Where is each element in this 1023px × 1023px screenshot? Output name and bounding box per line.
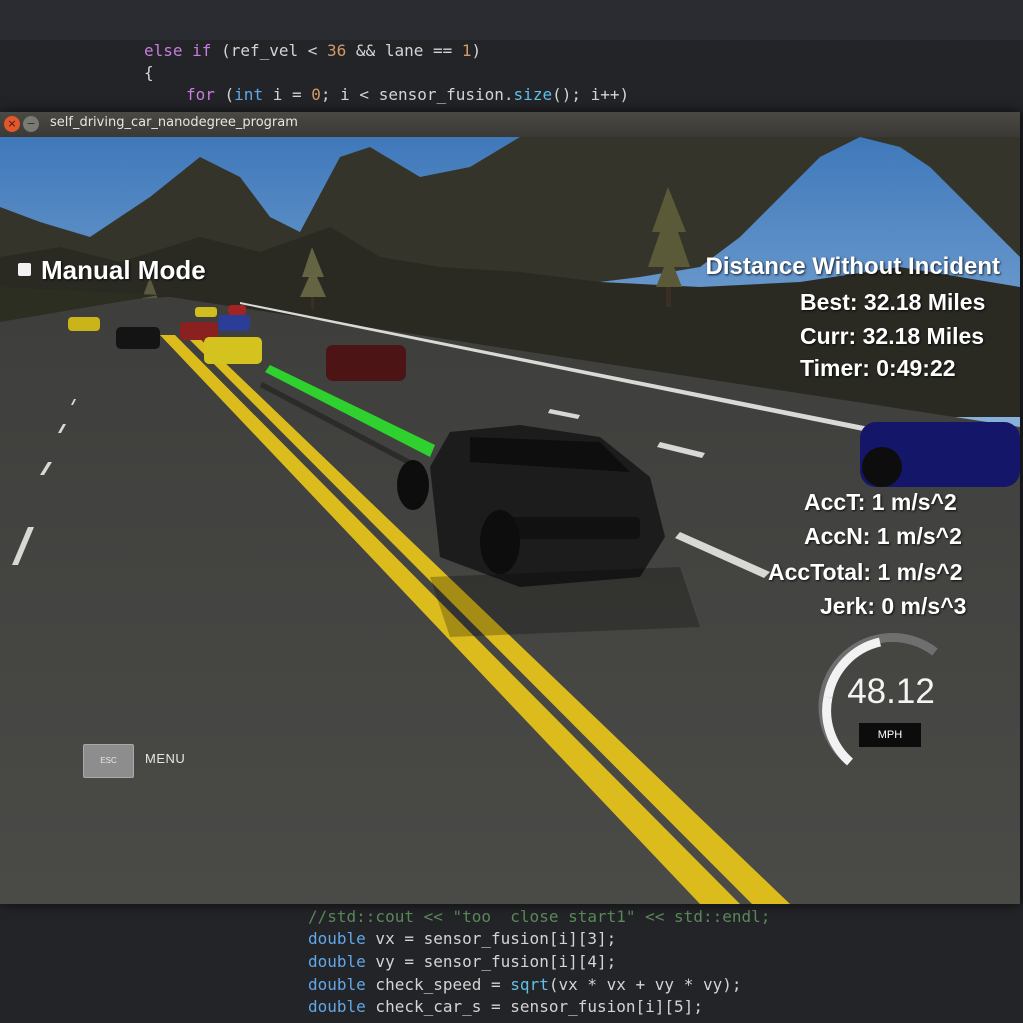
acc-normal: AccN: 1 m/s^2 — [804, 523, 962, 549]
distance-title: Distance Without Incident — [705, 253, 1000, 280]
code-comment-line: //std::cout << "too close start1" << std… — [308, 907, 771, 926]
code-line: else if (ref_vel < 36 && lane == 1) — [144, 41, 482, 60]
acc-total: AccTotal: 1 m/s^2 — [768, 559, 963, 585]
code-line: for (int i = 0; i < sensor_fusion.size()… — [186, 85, 630, 104]
manual-mode-label: Manual Mode — [41, 255, 206, 285]
manual-mode-checkbox[interactable] — [18, 263, 31, 276]
acc-tangential: AccT: 1 m/s^2 — [804, 489, 957, 515]
window-title: self_driving_car_nanodegree_program — [50, 115, 298, 130]
timer: Timer: 0:49:22 — [800, 355, 956, 381]
window-titlebar[interactable]: × − self_driving_car_nanodegree_program — [0, 112, 1020, 138]
esc-button[interactable]: ESC — [83, 744, 134, 778]
code-line: double vy = sensor_fusion[i][4]; — [308, 952, 617, 971]
simulation-viewport: Manual Mode Distance Without Incident Be… — [0, 137, 1020, 904]
code-line: double vx = sensor_fusion[i][3]; — [308, 929, 617, 948]
speed-unit: MPH — [859, 723, 921, 747]
code-editor-top: else if (ref_vel < 36 && lane == 1) { fo… — [0, 40, 1023, 112]
best-distance: Best: 32.18 Miles — [800, 289, 986, 315]
code-editor-bottom: //std::cout << "too close start1" << std… — [0, 904, 1023, 1023]
simulator-window: × − self_driving_car_nanodegree_program — [0, 112, 1020, 904]
jerk: Jerk: 0 m/s^3 — [820, 593, 967, 619]
current-distance: Curr: 32.18 Miles — [800, 323, 985, 349]
code-line: double check_speed = sqrt(vx * vx + vy *… — [308, 975, 742, 994]
speed-value: 48.12 — [847, 672, 935, 711]
code-line: { — [144, 63, 154, 82]
close-window-button[interactable]: × — [4, 116, 20, 132]
code-line: double check_car_s = sensor_fusion[i][5]… — [308, 997, 703, 1016]
menu-button[interactable]: MENU — [145, 751, 185, 766]
minimize-window-button[interactable]: − — [23, 116, 39, 132]
editor-top-bar — [0, 0, 1023, 41]
